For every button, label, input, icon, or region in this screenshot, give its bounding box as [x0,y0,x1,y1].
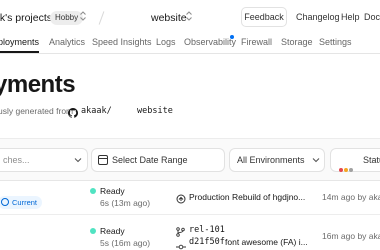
status-label: Statu [363,155,380,165]
repo-owner[interactable]: akaak/ [81,106,112,116]
current-circle-icon [1,198,9,206]
ready-status-dot [90,188,96,194]
tab-logs[interactable]: Logs [156,37,176,47]
github-icon [68,105,78,118]
commit-sha[interactable]: d21f50f [189,237,225,247]
tab-observability[interactable]: Observability [184,37,236,47]
page-title: yments [0,71,76,98]
notification-dot [230,35,234,39]
commit-message: font awesome (FA) i... [225,237,308,247]
chevron-down-icon [312,158,320,163]
docs-link[interactable]: Docs [364,12,380,22]
deployment-status: Ready [100,186,125,196]
calendar-icon [98,155,108,165]
branch-search-input[interactable]: ches... [0,148,88,172]
chevron-up-down-icon[interactable] [185,10,193,25]
page-subtitle: usly generated from [0,106,74,116]
tab-firewall[interactable]: Firewall [241,37,272,47]
top-bar: ak's projects Hobby website Feedback Cha… [0,0,380,36]
tab-storage[interactable]: Storage [281,37,313,47]
status-dots-icon [339,158,357,172]
rebuild-icon [176,191,186,209]
commit-icon [176,238,186,250]
environment-select[interactable]: All Environments [229,148,325,172]
current-badge: Current [0,196,43,209]
environment-label: All Environments [237,155,305,165]
ready-status-dot [90,228,96,234]
changelog-link[interactable]: Changelog [296,12,340,22]
feedback-button[interactable]: Feedback [241,7,287,27]
tab-settings[interactable]: Settings [319,37,352,47]
tab-analytics[interactable]: Analytics [49,37,85,47]
date-range-label: Select Date Range [112,155,188,165]
row-divider [0,214,380,215]
project-name[interactable]: ak's projects [0,12,52,24]
chevron-up-down-icon[interactable] [79,10,87,25]
deployment-time: 14m ago by akaak [322,192,380,202]
branch-name[interactable]: rel-101 [189,225,225,235]
status-select[interactable]: Statu [330,148,380,172]
site-name[interactable]: website [151,12,187,24]
tab-deployments[interactable]: ployments [0,37,39,47]
deployment-time: 16m ago by akaak [322,231,380,241]
repo-name[interactable]: website [137,106,173,116]
chevron-down-icon [74,158,82,163]
help-link[interactable]: Help [341,12,360,22]
tab-speed-insights[interactable]: Speed Insights [92,37,152,47]
deployment-source[interactable]: Production Rebuild of hgdjno... [189,192,305,202]
breadcrumb-divider [98,11,105,25]
tabs-divider [0,53,380,54]
date-range-button[interactable]: Select Date Range [91,148,225,172]
deployment-status: Ready [100,226,125,236]
deployment-duration: 6s (13m ago) [100,198,151,208]
search-placeholder: ches... [3,155,30,165]
deployment-duration: 5s (16m ago) [100,238,151,248]
